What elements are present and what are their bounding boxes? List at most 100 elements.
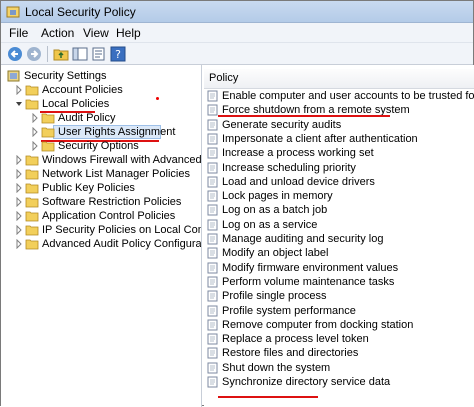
tree-root-security-settings[interactable]: Security Settings — [7, 69, 107, 83]
policy-label: Restore files and directories — [222, 347, 359, 360]
policy-icon — [207, 290, 218, 302]
policy-row[interactable]: Profile single process — [204, 289, 474, 303]
policy-row[interactable]: Increase a process working set — [204, 146, 474, 160]
help-icon[interactable]: ? — [110, 46, 126, 62]
forward-arrow-icon[interactable] — [26, 46, 42, 62]
security-settings-icon — [7, 70, 20, 82]
export-list-icon[interactable] — [91, 46, 107, 62]
policy-row[interactable]: Remove computer from docking station — [204, 318, 474, 332]
policy-label: Increase a process working set — [222, 147, 374, 160]
toolbar-separator — [47, 46, 48, 62]
policy-row[interactable]: Log on as a service — [204, 218, 474, 232]
tree-item[interactable]: Account Policies — [15, 83, 123, 97]
policy-label: Perform volume maintenance tasks — [222, 275, 395, 288]
policy-label: Shut down the system — [222, 361, 331, 374]
tree-item-label: Security Options — [58, 140, 139, 152]
folder-icon — [41, 141, 55, 152]
tree-item-label: Windows Firewall with Advanced Secu — [42, 154, 202, 166]
tree-item[interactable]: Advanced Audit Policy Configuration — [15, 237, 201, 251]
tree-item[interactable]: Local Policies — [15, 97, 109, 111]
title-bar: Local Security Policy — [1, 1, 473, 23]
policy-row[interactable]: Synchronize directory service data — [204, 375, 474, 389]
policy-row[interactable]: Lock pages in memory — [204, 189, 474, 203]
collapsed-arrow-icon[interactable] — [15, 225, 23, 235]
tree-pane[interactable]: Security Settings Account Policies Local … — [1, 65, 202, 407]
tree-root-label: Security Settings — [24, 70, 107, 82]
column-header-policy[interactable]: Policy — [204, 69, 474, 89]
policy-label: Enable computer and user accounts to be … — [222, 90, 474, 102]
policy-label: Log on as a batch job — [222, 204, 328, 217]
collapsed-arrow-icon[interactable] — [15, 197, 23, 207]
annotation-underline-force-shutdown — [218, 115, 390, 117]
back-arrow-icon[interactable] — [7, 46, 23, 62]
menu-action[interactable]: Action — [41, 26, 74, 40]
policy-list-pane[interactable]: Policy Enable computer and user accounts… — [204, 65, 474, 407]
policy-label: Modify firmware environment values — [222, 261, 399, 274]
policy-icon — [207, 347, 218, 359]
policy-label: Profile single process — [222, 290, 327, 303]
collapsed-arrow-icon[interactable] — [15, 85, 23, 95]
folder-icon — [25, 197, 39, 208]
collapsed-arrow-icon[interactable] — [15, 169, 23, 179]
show-hide-tree-icon[interactable] — [72, 46, 88, 62]
window-title: Local Security Policy — [25, 5, 136, 19]
tree-item[interactable]: Audit Policy — [31, 111, 115, 125]
tree-item[interactable]: Public Key Policies — [15, 181, 135, 195]
security-policy-app-icon — [6, 6, 20, 18]
menu-help[interactable]: Help — [116, 26, 141, 40]
policy-row[interactable]: Load and unload device drivers — [204, 175, 474, 189]
expanded-arrow-icon[interactable] — [15, 99, 23, 109]
tree-item-label: Local Policies — [42, 98, 110, 110]
folder-icon — [41, 113, 55, 124]
svg-text:?: ? — [115, 48, 121, 61]
tree-item[interactable]: Application Control Policies — [15, 209, 175, 223]
policy-icon — [207, 319, 218, 331]
tree-item-label: Software Restriction Policies — [42, 196, 182, 208]
up-folder-icon[interactable] — [53, 46, 69, 62]
policy-row[interactable]: Increase scheduling priority — [204, 161, 474, 175]
policy-row[interactable]: Generate security audits — [204, 118, 474, 132]
policy-row[interactable]: Shut down the system — [204, 361, 474, 375]
policy-label: Increase scheduling priority — [222, 161, 356, 174]
policy-icon — [207, 147, 218, 159]
collapsed-arrow-icon[interactable] — [15, 239, 23, 249]
toolbar: ? — [1, 43, 473, 65]
folder-icon — [25, 211, 39, 222]
collapsed-arrow-icon[interactable] — [15, 155, 23, 165]
tree-item[interactable]: User Rights Assignment — [31, 125, 175, 139]
menu-file[interactable]: File — [9, 26, 28, 40]
tree-item[interactable]: Software Restriction Policies — [15, 195, 181, 209]
tree-item[interactable]: IP Security Policies on Local Compute — [15, 223, 201, 237]
policy-row[interactable]: Log on as a batch job — [204, 203, 474, 217]
menu-view[interactable]: View — [83, 26, 109, 40]
policy-row[interactable]: Impersonate a client after authenticatio… — [204, 132, 474, 146]
annotation-dot — [156, 97, 159, 100]
policy-row[interactable]: Replace a process level token — [204, 332, 474, 346]
policy-row[interactable]: Perform volume maintenance tasks — [204, 275, 474, 289]
policy-row[interactable]: Enable computer and user accounts to be … — [204, 89, 474, 103]
collapsed-arrow-icon[interactable] — [15, 183, 23, 193]
tree-item-label: IP Security Policies on Local Compute — [42, 224, 201, 236]
tree-item[interactable]: Network List Manager Policies — [15, 167, 190, 181]
tree-item-label: Account Policies — [42, 84, 123, 96]
policy-row[interactable]: Modify firmware environment values — [204, 261, 474, 275]
tree-item-label: Audit Policy — [58, 112, 116, 124]
policy-icon — [207, 119, 218, 131]
policy-icon — [207, 90, 218, 102]
folder-icon — [25, 85, 39, 96]
policy-icon — [207, 204, 218, 216]
collapsed-arrow-icon[interactable] — [31, 127, 39, 137]
policy-row[interactable]: Manage auditing and security log — [204, 232, 474, 246]
policy-label: Lock pages in memory — [222, 190, 333, 203]
policy-label: Replace a process level token — [222, 333, 369, 346]
policy-row[interactable]: Restore files and directories — [204, 346, 474, 360]
collapsed-arrow-icon[interactable] — [31, 141, 39, 151]
policy-row[interactable]: Modify an object label — [204, 246, 474, 260]
collapsed-arrow-icon[interactable] — [31, 113, 39, 123]
policy-row[interactable]: Profile system performance — [204, 304, 474, 318]
policy-label: Modify an object label — [222, 247, 329, 260]
collapsed-arrow-icon[interactable] — [15, 211, 23, 221]
tree-item[interactable]: Security Options — [31, 139, 139, 153]
annotation-underline-shut-down — [218, 396, 318, 398]
tree-item[interactable]: Windows Firewall with Advanced Secu — [15, 153, 201, 167]
